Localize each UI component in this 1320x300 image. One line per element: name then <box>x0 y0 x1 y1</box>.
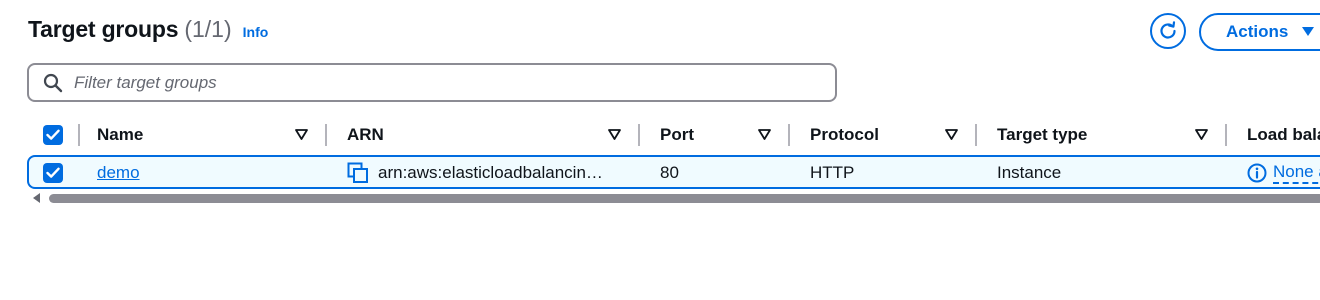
page-header: Target groups (1/1) Info <box>28 16 268 43</box>
column-label: Protocol <box>810 125 879 144</box>
info-circle-icon <box>1247 163 1267 183</box>
select-all-checkbox[interactable] <box>43 125 63 145</box>
column-label: Target type <box>997 125 1088 144</box>
horizontal-scrollbar[interactable] <box>30 193 1320 204</box>
select-all-cell <box>43 116 63 154</box>
load-balancer-link[interactable]: None a <box>1273 162 1320 184</box>
check-icon <box>46 167 60 178</box>
info-link[interactable]: Info <box>243 24 269 40</box>
search-icon <box>43 73 63 93</box>
search-box[interactable] <box>27 63 837 102</box>
port-value: 80 <box>660 163 679 182</box>
port-cell: 80 <box>660 157 679 189</box>
target-group-name-link[interactable]: demo <box>97 163 140 183</box>
table-header: Name ARN Port Protocol Target type Load … <box>0 116 1320 154</box>
column-label: Name <box>97 125 144 144</box>
column-label: ARN <box>347 125 384 144</box>
column-divider[interactable] <box>975 124 977 146</box>
column-header-protocol[interactable]: Protocol <box>810 116 879 154</box>
arn-value: arn:aws:elasticloadbalancin… <box>378 163 603 182</box>
name-cell: demo <box>97 157 140 189</box>
column-header-target-type[interactable]: Target type <box>997 116 1087 154</box>
arn-cell: arn:aws:elasticloadbalancin… <box>347 157 603 189</box>
column-divider[interactable] <box>788 124 790 146</box>
actions-label: Actions <box>1226 22 1289 41</box>
sort-icon[interactable] <box>608 129 621 140</box>
sort-icon[interactable] <box>758 129 771 140</box>
column-label: Port <box>660 125 694 144</box>
protocol-cell: HTTP <box>810 157 854 189</box>
actions-button[interactable]: Actions <box>1199 13 1320 51</box>
target-type-cell: Instance <box>997 157 1061 189</box>
column-divider[interactable] <box>325 124 327 146</box>
sort-icon[interactable] <box>1195 129 1208 140</box>
check-icon <box>46 129 60 140</box>
column-header-load-balancer[interactable]: Load bala <box>1247 116 1320 154</box>
scroll-left-icon[interactable] <box>33 193 40 203</box>
copy-icon[interactable] <box>347 162 369 184</box>
sort-icon[interactable] <box>945 129 958 140</box>
load-balancer-cell: None a <box>1247 157 1320 189</box>
sort-icon[interactable] <box>295 129 308 140</box>
protocol-value: HTTP <box>810 163 855 182</box>
search-input[interactable] <box>74 72 774 93</box>
item-count: (1/1) <box>184 16 232 42</box>
column-header-name[interactable]: Name <box>97 116 143 154</box>
caret-down-icon <box>1302 27 1315 37</box>
refresh-button[interactable] <box>1150 13 1186 49</box>
target-type-value: Instance <box>997 163 1062 182</box>
column-divider[interactable] <box>78 124 80 146</box>
column-header-arn[interactable]: ARN <box>347 116 384 154</box>
column-header-port[interactable]: Port <box>660 116 694 154</box>
column-divider[interactable] <box>1225 124 1227 146</box>
page-title: Target groups <box>28 16 179 42</box>
row-select-cell <box>43 157 63 189</box>
row-checkbox[interactable] <box>43 163 63 183</box>
scrollbar-thumb[interactable] <box>49 194 1320 203</box>
refresh-icon <box>1160 21 1176 39</box>
column-label: Load bala <box>1247 125 1320 144</box>
column-divider[interactable] <box>638 124 640 146</box>
